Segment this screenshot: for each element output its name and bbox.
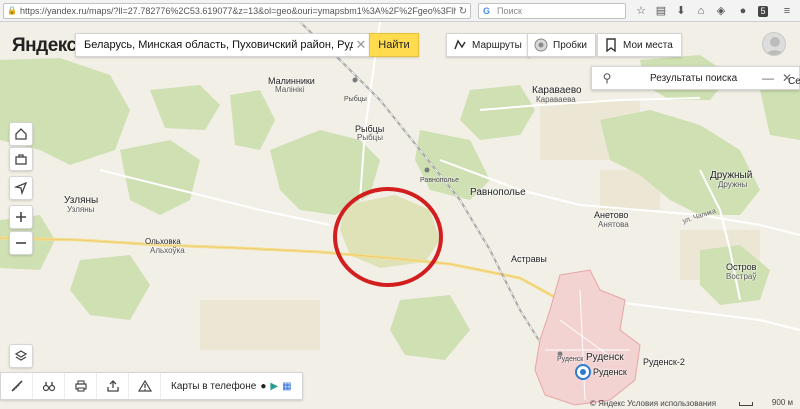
routes-icon [453,38,467,52]
copyright-text[interactable]: © Яндекс Условия использования [590,399,716,408]
clear-icon[interactable]: ✕ [353,37,369,53]
home-icon[interactable]: ⌂ [694,4,708,18]
label-anetovo-sub: Анятова [598,220,629,229]
shield-icon[interactable]: ◈ [714,4,728,18]
browser-search-input[interactable]: G Поиск [478,3,626,19]
plus-icon [16,212,26,222]
download-icon[interactable]: ⬇ [674,4,688,18]
star-icon[interactable]: ☆ [634,4,648,18]
address-bar[interactable]: 🔒 https://yandex.ru/maps/?ll=27.782776%2… [3,3,471,19]
windows-icon: ▦ [282,380,292,392]
my-places-label: Мои места [623,39,673,51]
yandex-logo[interactable]: Яндекс [12,35,77,57]
ruler-icon [10,380,23,392]
phone-promo[interactable]: Карты в телефоне ● ▶ ▦ [161,373,302,399]
menu-icon[interactable]: ≡ [780,4,794,18]
logo-text: Яндекс [12,35,77,56]
print-icon [74,380,87,392]
briefcase-icon [15,154,27,165]
search-results-panel[interactable]: ⚲ Результаты поиска — ✕ [591,66,800,90]
label-druzhny-sub: Дружны [718,180,748,189]
label-astravy: Астравы [511,254,547,264]
bottom-toolbar: Карты в телефоне ● ▶ ▦ [0,372,303,400]
label-rudensk-station: Руденск [557,356,584,363]
share-button[interactable] [97,373,129,399]
label-anetovo: Анетово [594,210,629,220]
ruler-button[interactable] [1,373,33,399]
label-karavaevo-sub: Караваева [536,95,576,104]
lock-icon: 🔒 [7,6,17,15]
downloads-badge[interactable]: 5 [756,4,770,18]
label-ostrov-sub: Востраў [726,272,757,281]
label-uzlyany-sub: Узляны [67,205,95,214]
routes-button[interactable]: Маршруты [446,33,531,57]
print-button[interactable] [65,373,97,399]
layers-button[interactable] [9,344,33,368]
label-ravnopole: Равнополье [470,187,526,198]
geolocation-icon [14,181,28,195]
badge-count: 5 [758,6,768,17]
minus-icon [16,242,26,244]
binoculars-icon [42,382,55,392]
reload-icon[interactable]: ↻ [456,6,470,17]
layers-icon [14,350,28,361]
speech-icon[interactable]: ● [736,4,750,18]
scale-label: 900 м [771,398,793,407]
scale-bar-line [739,402,753,406]
panorama-button[interactable] [33,373,65,399]
briefcase-button[interactable] [9,147,33,171]
url-text: https://yandex.ru/maps/?ll=27.782776%2C5… [20,6,456,16]
search-query: Беларусь, Минская область, Пуховичский р… [84,39,353,51]
play-store-icon: ▶ [270,380,279,392]
warning-icon [137,379,152,392]
share-icon [106,380,119,392]
home-map-button[interactable] [9,122,33,146]
my-places-button[interactable]: Мои места [597,33,682,57]
traffic-button[interactable]: Пробки [527,33,596,57]
label-malinniki-sub: Малінікі [275,85,305,94]
google-icon: G [483,6,491,16]
browser-search-placeholder: Поиск [497,6,522,16]
label-rudensk-marker: Руденск [593,367,627,377]
report-button[interactable] [129,373,161,399]
traffic-icon [534,38,548,52]
label-olkhovka: Ольховка [145,237,181,246]
browser-toolbar: 🔒 https://yandex.ru/maps/?ll=27.782776%2… [0,0,800,22]
bookmark-icon [604,38,618,52]
label-rudensk-2: Руденск-2 [643,357,685,367]
routes-label: Маршруты [472,39,522,51]
label-ostrov: Остров [726,262,757,272]
apple-icon: ● [260,380,267,392]
location-pin-icon: ⚲ [602,71,612,85]
map-search-input[interactable]: Беларусь, Минская область, Пуховичский р… [75,33,369,57]
results-title: Результаты поиска [650,72,738,84]
side-panel-label: Се [788,76,800,87]
find-button[interactable]: Найти [369,33,419,57]
library-icon[interactable]: ▤ [654,4,668,18]
label-rudensk: Руденск [586,352,624,363]
zoom-out-button[interactable] [9,231,33,255]
geolocation-button[interactable] [9,176,33,200]
label-olkhovka-sub: Альхоўка [150,246,185,255]
home-icon [15,128,27,140]
phone-promo-label: Карты в телефоне [171,380,257,392]
minimize-icon[interactable]: — [761,71,775,85]
scale-bar: 900 м [735,398,797,408]
label-rybtsy-station: Рыбцы [344,96,367,103]
avatar[interactable] [762,32,786,56]
traffic-label: Пробки [553,39,587,51]
label-rybtsy-sub: Рыбцы [357,133,383,142]
label-ravnopole-station: Равнополье [420,177,459,184]
zoom-in-button[interactable] [9,205,33,229]
